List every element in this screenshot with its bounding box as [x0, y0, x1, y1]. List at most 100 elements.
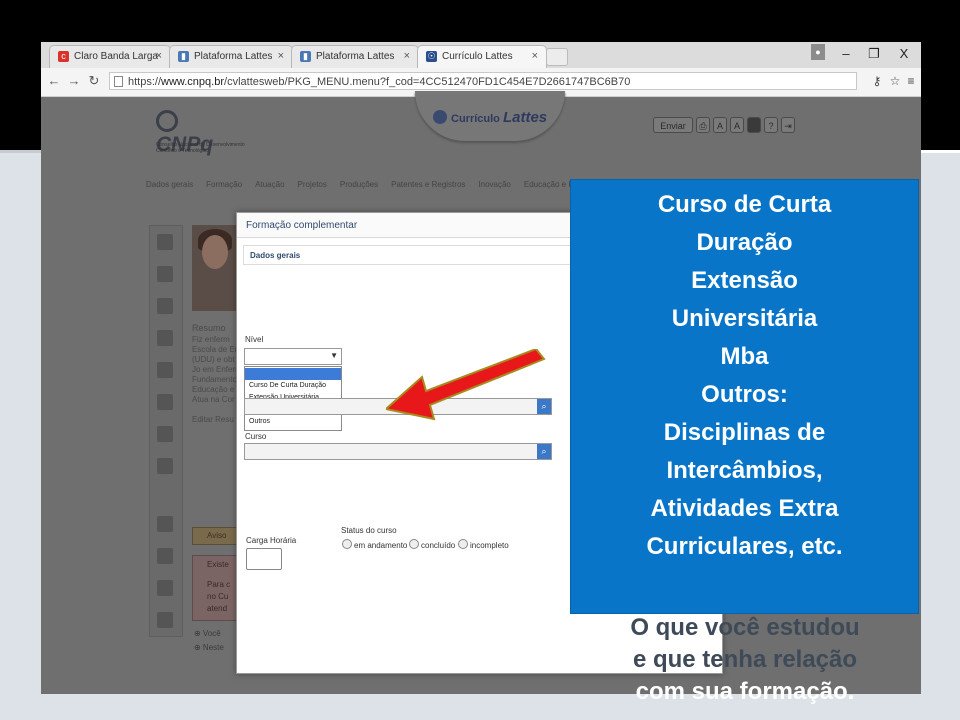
- nav-item[interactable]: Projetos: [298, 180, 327, 189]
- dropdown-option[interactable]: Curso De Curta Duração: [245, 380, 341, 392]
- curso-label: Curso: [245, 432, 267, 441]
- send-label: Enviar: [660, 121, 686, 131]
- radio-label: concluído: [421, 541, 456, 550]
- resumo-panel: Resumo Fiz enferm Escola de En (UDU) e obt J…: [192, 323, 242, 425]
- document-icon[interactable]: [157, 266, 173, 282]
- exit-icon[interactable]: ⇥: [781, 117, 795, 133]
- url-scheme: https://: [128, 76, 162, 88]
- chevron-down-icon: ▼: [330, 351, 338, 360]
- address-bar[interactable]: https://www.cnpq.br/cvlattesweb/PKG_MENU…: [109, 72, 857, 90]
- font-size-large-icon[interactable]: A: [730, 117, 744, 133]
- callout-line: Mba: [720, 343, 769, 370]
- side-icon-column: [149, 225, 183, 637]
- tab-title: Currículo Lattes: [442, 51, 513, 62]
- search-icon[interactable]: ⌕: [537, 444, 551, 459]
- footer-line: ⊕ Você: [194, 629, 221, 638]
- lattes-swirl-icon: [433, 110, 447, 124]
- url-path: /cvlattesweb/PKG_MENU.menu?f_cod=4CC5124…: [224, 76, 631, 88]
- callout-line: Extensão: [691, 267, 798, 294]
- status-label: Status do curso: [341, 526, 397, 535]
- page-icon: [114, 76, 123, 87]
- new-tab-button[interactable]: [546, 48, 568, 66]
- main-navbar: Dados gerais Formação Atuação Projetos Produ…: [146, 180, 616, 198]
- close-icon[interactable]: ×: [278, 50, 284, 62]
- lattes-brand[interactable]: Currículo Lattes: [433, 109, 547, 126]
- close-icon[interactable]: ×: [156, 50, 162, 62]
- key-icon[interactable]: ⚷: [869, 72, 885, 90]
- radio-incompleto[interactable]: incompleto: [458, 539, 509, 550]
- carga-horaria-input[interactable]: [246, 548, 282, 570]
- slide-divider-accent: [918, 150, 960, 153]
- tab-plataforma-lattes-1[interactable]: ▮ Plataforma Lattes ×: [169, 45, 293, 68]
- tab-plataforma-lattes-2[interactable]: ▮ Plataforma Lattes ×: [291, 45, 419, 68]
- dropdown-option[interactable]: Outros: [245, 416, 341, 428]
- resumo-line: Escola de En: [192, 345, 240, 354]
- search-icon[interactable]: [157, 362, 173, 378]
- nav-item[interactable]: Produções: [340, 180, 378, 189]
- gear-icon[interactable]: [157, 548, 173, 564]
- nivel-label: Nível: [245, 335, 264, 344]
- font-size-icon[interactable]: A: [713, 117, 727, 133]
- chart-icon[interactable]: [157, 394, 173, 410]
- close-icon[interactable]: ×: [404, 50, 410, 62]
- star-icon[interactable]: ☆: [887, 72, 903, 90]
- reload-icon[interactable]: ↻: [85, 72, 103, 90]
- resumo-line: Jo em Enferm: [192, 365, 242, 374]
- curso-field[interactable]: ⌕: [244, 443, 552, 460]
- building-icon[interactable]: [157, 458, 173, 474]
- tab-strip: c Claro Banda Larga × ▮ Plataforma Latte…: [41, 42, 921, 68]
- user-profile-icon[interactable]: ●: [811, 44, 825, 60]
- head-icon[interactable]: [157, 426, 173, 442]
- alert-header: Aviso: [192, 527, 242, 545]
- tab-curriculo-lattes[interactable]: ☉ Currículo Lattes ×: [417, 45, 547, 68]
- radio-concluido[interactable]: concluído: [409, 539, 455, 550]
- radio-em-andamento[interactable]: em andamento: [342, 539, 407, 550]
- send-button[interactable]: Enviar: [653, 117, 693, 133]
- maximize-button[interactable]: ❐: [861, 44, 887, 64]
- car-icon[interactable]: [157, 580, 173, 596]
- cnpq-logo[interactable]: CNPq: [156, 109, 236, 156]
- minimize-button[interactable]: –: [833, 44, 859, 64]
- edit-resumo-link[interactable]: Editar Resu: [192, 415, 242, 425]
- curriculo-favicon-icon: ☉: [426, 51, 437, 62]
- alert-line: Para c: [207, 580, 231, 589]
- folder-icon[interactable]: [157, 516, 173, 532]
- caption-line-3: com sua formação.: [635, 678, 855, 705]
- close-icon[interactable]: ×: [532, 50, 538, 62]
- alerts-panel: Aviso Existe Para c no Cu atend ⊕ Você ⊕ Nes…: [192, 527, 242, 657]
- print-icon[interactable]: ⎙: [696, 117, 710, 133]
- tab-title: Plataforma Lattes: [194, 51, 273, 62]
- help-label: ?: [768, 121, 774, 131]
- dropdown-option[interactable]: [245, 368, 341, 380]
- tab-title: Claro Banda Larga: [74, 51, 158, 62]
- export-icon[interactable]: [157, 612, 173, 628]
- nav-item[interactable]: Patentes e Registros: [391, 180, 465, 189]
- nav-item[interactable]: Inovação: [478, 180, 510, 189]
- contrast-icon[interactable]: [747, 117, 761, 133]
- url-host: www.cnpq.br: [161, 76, 225, 88]
- forward-arrow-icon[interactable]: →: [65, 72, 83, 90]
- alert-line: atend: [207, 604, 228, 613]
- nivel-select[interactable]: ▼: [244, 348, 342, 365]
- callout-line: Curriculares, etc.: [646, 533, 843, 560]
- nav-item[interactable]: Formação: [206, 180, 242, 189]
- mail-icon[interactable]: [157, 330, 173, 346]
- menu-icon[interactable]: ≡: [903, 72, 919, 90]
- close-window-button[interactable]: X: [891, 44, 917, 64]
- tab-claro[interactable]: c Claro Banda Larga ×: [49, 45, 171, 68]
- alert-box: Existe Para c no Cu atend: [192, 555, 242, 621]
- user-icon[interactable]: [157, 298, 173, 314]
- resumo-line: Educação e: [192, 385, 235, 394]
- back-arrow-icon[interactable]: ←: [45, 72, 63, 90]
- home-icon[interactable]: [157, 234, 173, 250]
- carga-horaria-label: Carga Horária: [246, 536, 297, 545]
- help-button[interactable]: ?: [764, 117, 778, 133]
- nav-item[interactable]: Dados gerais: [146, 180, 193, 189]
- callout-line: Outros:: [701, 381, 788, 408]
- lattes-favicon-icon: ▮: [300, 51, 311, 62]
- lattes-label: Currículo: [451, 113, 500, 125]
- nav-item[interactable]: Atuação: [255, 180, 284, 189]
- callout-line: Duração: [696, 229, 793, 256]
- resumo-line: Fundamento: [192, 375, 237, 384]
- resumo-line: Atua na Cor: [192, 395, 235, 404]
